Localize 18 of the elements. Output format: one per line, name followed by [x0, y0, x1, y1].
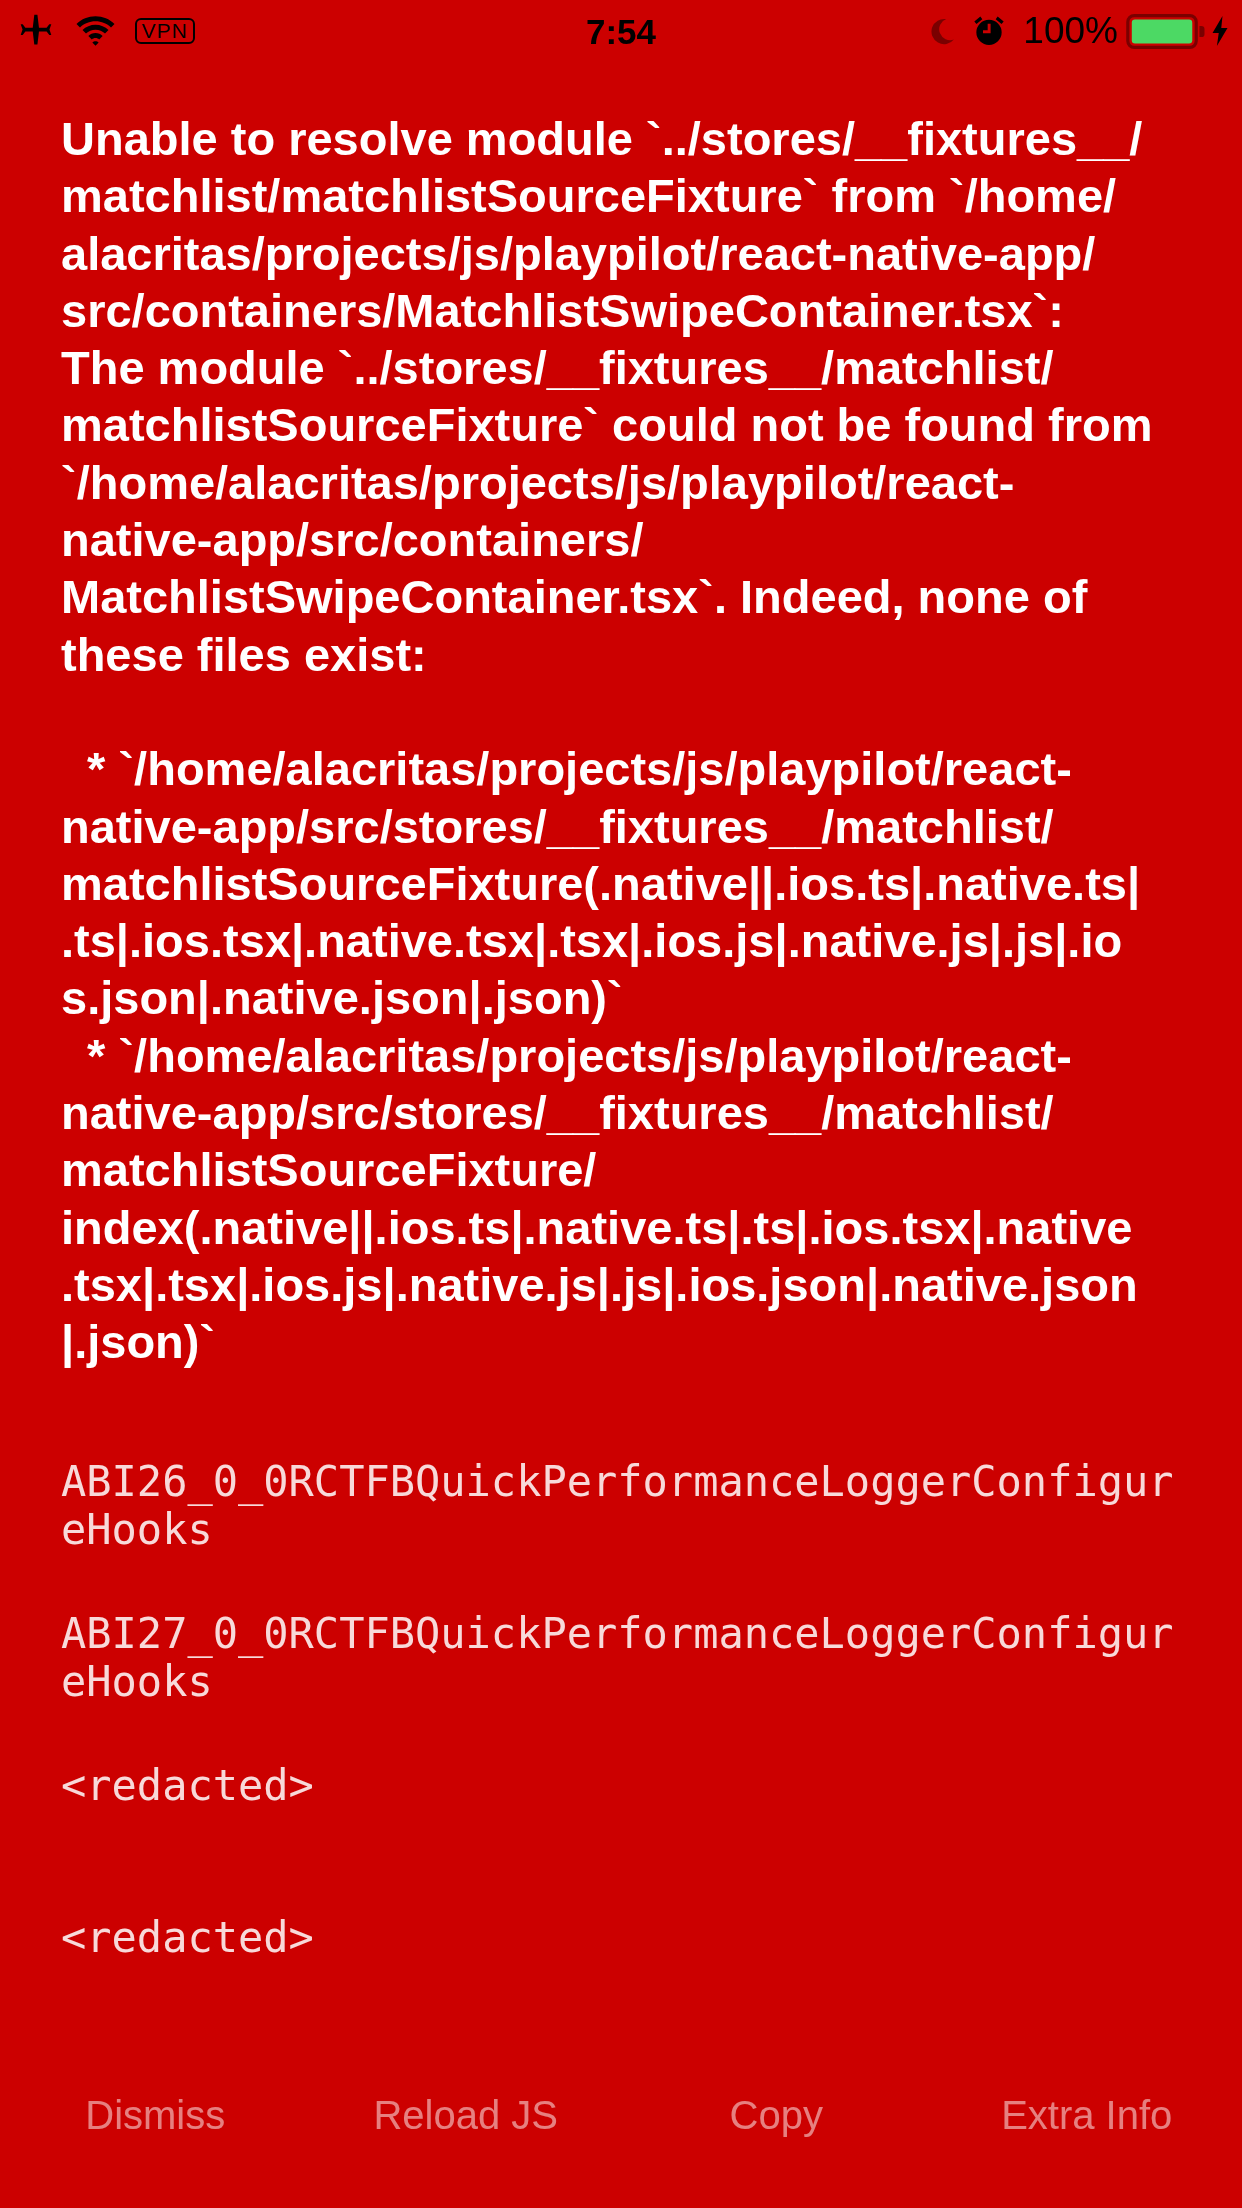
- stack-frame-name: ABI26_0_0RCTFBQuickPerformanceLoggerConfigureHooks: [61, 1457, 1175, 1554]
- battery-percentage: 100%: [1023, 10, 1118, 52]
- wifi-icon: [75, 16, 116, 46]
- clock-time: 7:54: [585, 12, 657, 52]
- alarm-clock-icon: [973, 15, 1006, 47]
- error-message: Unable to resolve module `../stores/__fixtures__/ matchlist/matchlistSourceFixture` from `/home/ alacritas/projects/js/playpilot/react-native-app/ src/containers/MatchlistSwipeContainer.tsx`: The module `../stores/__fixtures__/matchlist/ matchlistSourceFixture` could not be found from `/home/alacritas/projects/js/playpilot/react- native-app/src/containers/ MatchlistSwipeContainer.tsx`. Indeed, none of these files exist:: [61, 111, 1154, 683]
- copy-button[interactable]: Copy: [721, 2082, 831, 2148]
- stack-frame-name: ABI27_0_0RCTFBQuickPerformanceLoggerConfigureHooks: [61, 1609, 1175, 1706]
- vpn-badge: VPN: [135, 18, 196, 44]
- reload-button[interactable]: Reload JS: [365, 2082, 567, 2148]
- missing-file-path: * `/home/alacritas/projects/js/playpilot/react- native-app/src/stores/__fixtures__/matchlist/ matchlistSourceFixture(.native||.ios.ts|.native.ts| .ts|.ios.tsx|.native.tsx|.tsx|.ios.js|.native.js|.js|.io s.json|.native.json|.json)`: [61, 741, 1142, 1027]
- stack-frame-name: <redacted>: [61, 1913, 315, 1962]
- charging-bolt-icon: [1212, 16, 1228, 46]
- extra-info-button[interactable]: Extra Info: [993, 2082, 1181, 2148]
- battery-icon: [1126, 13, 1206, 49]
- dismiss-button[interactable]: Dismiss: [77, 2082, 234, 2148]
- stack-frame-name: <redacted>: [61, 1761, 315, 1810]
- missing-file-path: * `/home/alacritas/projects/js/playpilot/react- native-app/src/stores/__fixtures__/matchlist/ matchlistSourceFixture/ index(.native||.ios.ts|.native.ts|.ts|.ios.tsx|.native .tsx|.tsx|.ios.js|.native.js|.js|.ios.json|.native.json |.json)`: [61, 1027, 1139, 1371]
